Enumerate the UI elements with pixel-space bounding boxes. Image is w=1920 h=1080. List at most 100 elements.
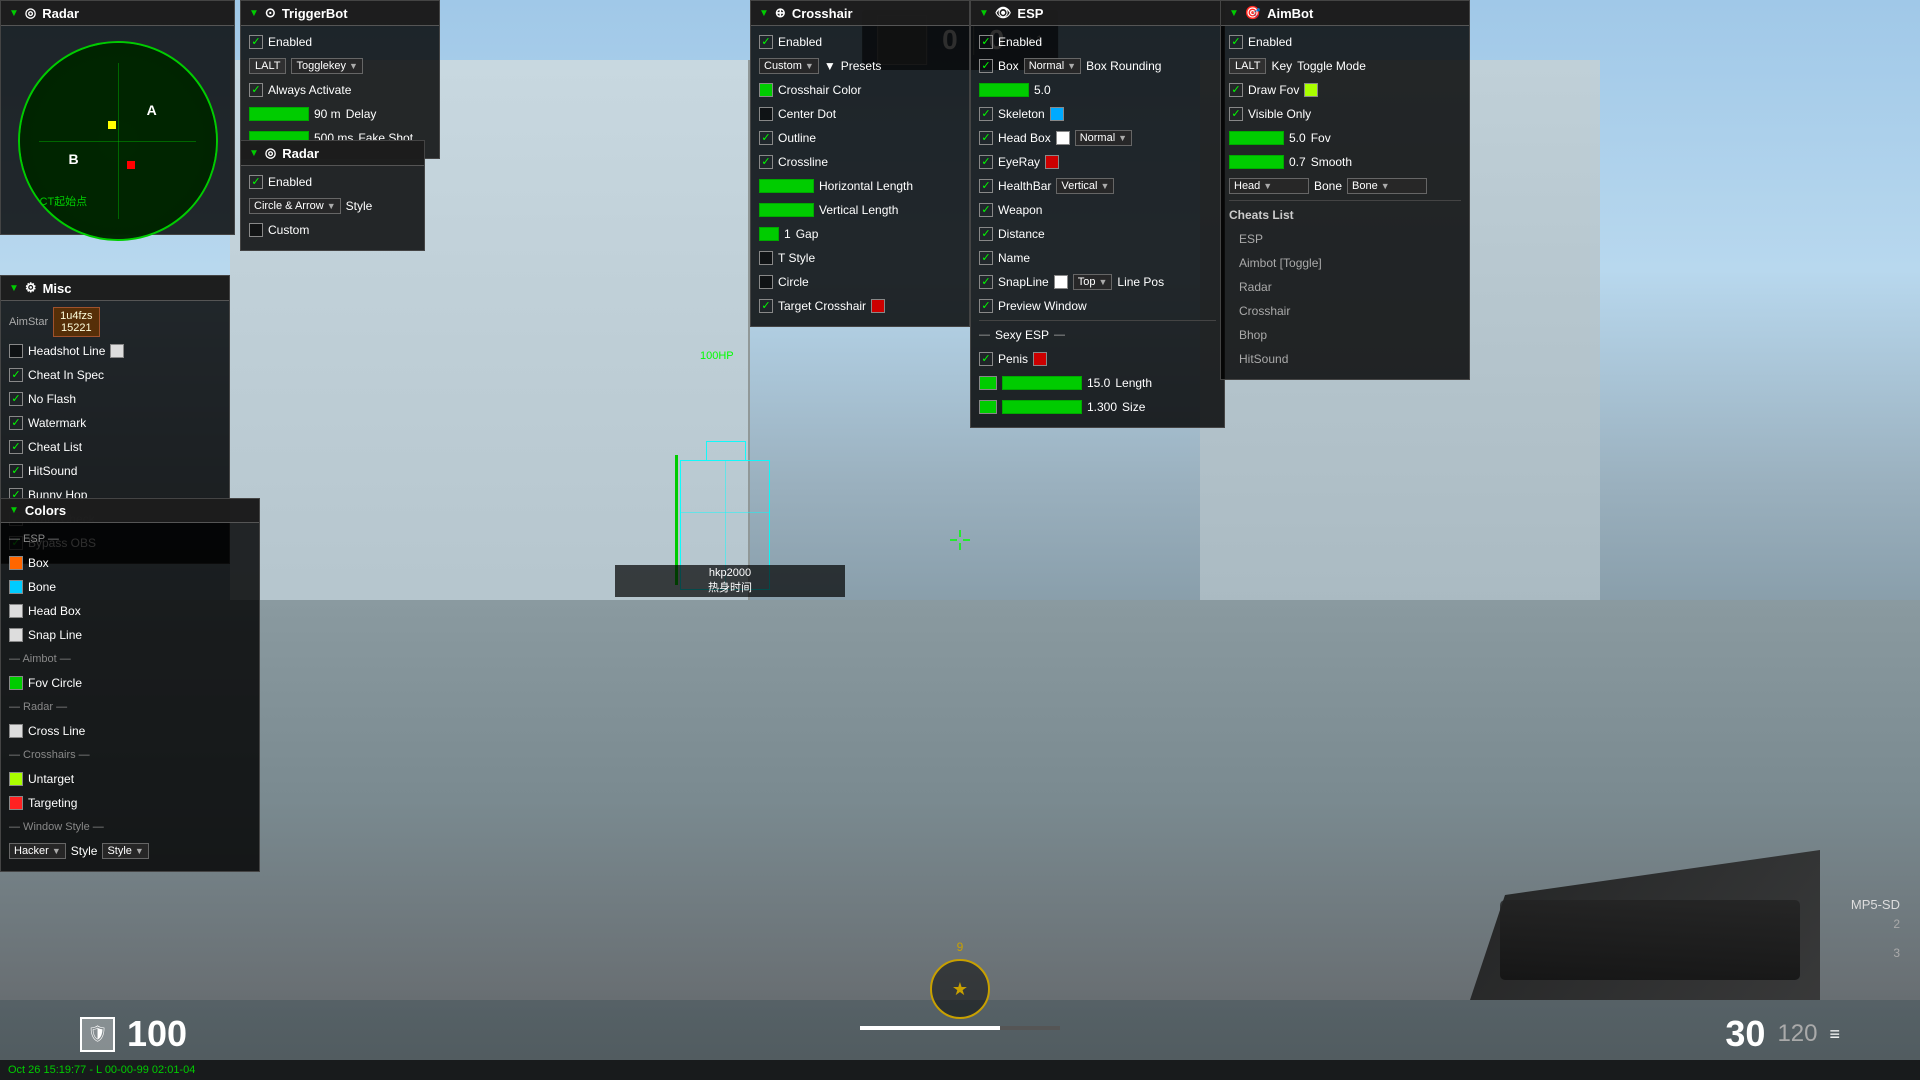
esp-box-style-dropdown[interactable]: Normal [1024,58,1081,74]
crosshair-targetcross-color[interactable] [871,299,885,313]
colors-headbox-row: Head Box [9,601,251,621]
aimbot-head-dropdown[interactable]: Head [1229,178,1309,194]
esp-preview-checkbox[interactable] [979,299,993,313]
esp-healthbar-style-dropdown[interactable]: Vertical [1056,178,1114,194]
esp-eyeray-color[interactable] [1045,155,1059,169]
colors-box-swatch[interactable] [9,556,23,570]
esp-weapon-checkbox[interactable] [979,203,993,217]
radar-settings-header: ▼ ◎ Radar [241,141,424,166]
misc-noflash-label: No Flash [28,392,76,406]
crosshair-tstyle-checkbox[interactable] [759,251,773,265]
esp-box-rounding-value: 5.0 [1034,83,1051,97]
esp-penis-length-bar[interactable] [1002,376,1082,390]
aimbot-fov-label: Fov [1311,131,1331,145]
misc-headshotline-checkbox[interactable] [9,344,23,358]
triggerbot-lalt[interactable]: LALT [249,58,286,74]
triggerbot-delay-bar[interactable] [249,107,309,121]
misc-cheatinspec-checkbox[interactable] [9,368,23,382]
crosshair-vlength-bar[interactable] [759,203,814,217]
triggerbot-togglekey-dropdown[interactable]: Togglekey [291,58,362,74]
colors-crosshairs-header: — Crosshairs — [9,745,251,765]
misc-watermark-row: Watermark [9,413,221,433]
misc-noflash-checkbox[interactable] [9,392,23,406]
radar-minimap-header: ▼ ◎ Radar [1,1,234,26]
crosshair-centerdot-checkbox[interactable] [759,107,773,121]
colors-bone-swatch[interactable] [9,580,23,594]
colors-crossline-swatch[interactable] [9,724,23,738]
aimbot-fov-bar[interactable] [1229,131,1284,145]
esp-distance-checkbox[interactable] [979,227,993,241]
esp-penis-checkbox[interactable] [979,352,993,366]
colors-untarget-swatch[interactable] [9,772,23,786]
esp-box-checkbox[interactable] [979,59,993,73]
radar-enabled-checkbox[interactable] [249,175,263,189]
esp-headbox-color[interactable] [1056,131,1070,145]
crosshair-enabled-label: Enabled [778,35,822,49]
colors-headbox-swatch[interactable] [9,604,23,618]
misc-watermark-checkbox[interactable] [9,416,23,430]
esp-box-rounding-bar[interactable] [979,83,1029,97]
aimbot-bone-dropdown[interactable]: Bone [1347,178,1427,194]
aimbot-visonly-label: Visible Only [1248,107,1311,121]
esp-skeleton-color[interactable] [1050,107,1064,121]
colors-hacker-dropdown[interactable]: Hacker [9,843,66,859]
esp-healthbar-checkbox[interactable] [979,179,993,193]
aimbot-panel: ▼ 🎯 AimBot Enabled LALT Key Toggle Mode … [1220,0,1470,380]
crosshair-crossline-checkbox[interactable] [759,155,773,169]
crosshair-outline-label: Outline [778,131,816,145]
esp-distance-row: Distance [979,224,1216,244]
esp-headbox-checkbox[interactable] [979,131,993,145]
triggerbot-delay-value: 90 m [314,107,341,121]
esp-penis-color[interactable] [1033,352,1047,366]
esp-eyeray-label: EyeRay [998,155,1040,169]
crosshair-targetcross-checkbox[interactable] [759,299,773,313]
crosshair-color-row: Crosshair Color [759,80,961,100]
crosshair-enabled-checkbox[interactable] [759,35,773,49]
aimbot-enabled-checkbox[interactable] [1229,35,1243,49]
misc-cheatlist-checkbox[interactable] [9,440,23,454]
colors-snapline-swatch[interactable] [9,628,23,642]
colors-fovcircle-swatch[interactable] [9,676,23,690]
crosshair-circle-checkbox[interactable] [759,275,773,289]
triggerbot-enabled-checkbox[interactable] [249,35,263,49]
aimbot-drawfov-checkbox[interactable] [1229,83,1243,97]
crosshair-color-swatch[interactable] [759,83,773,97]
esp-enabled-checkbox[interactable] [979,35,993,49]
aimbot-smooth-bar[interactable] [1229,155,1284,169]
radar-style-dropdown[interactable]: Circle & Arrow [249,198,341,214]
crosshair-outline-checkbox[interactable] [759,131,773,145]
esp-skeleton-checkbox[interactable] [979,107,993,121]
triggerbot-always-checkbox[interactable] [249,83,263,97]
crosshair-circle-row: Circle [759,272,961,292]
esp-snapline-pos-dropdown[interactable]: Top [1073,274,1113,290]
cheats-list: ESP Aimbot [Toggle] Radar Crosshair Bhop… [1229,229,1461,369]
triggerbot-panel: ▼ ⊙ TriggerBot Enabled LALT Togglekey Al… [240,0,440,159]
cheat-bhop: Bhop [1239,325,1461,345]
aimbot-visonly-checkbox[interactable] [1229,107,1243,121]
radar-circle: CT起始点 A B [18,41,218,241]
radar-custom-row: Custom [249,220,416,240]
crosshair-gap-bar[interactable] [759,227,779,241]
misc-aimstar-sub: 15221 [60,322,92,334]
aimbot-drawfov-color[interactable] [1304,83,1318,97]
esp-snapline-color[interactable] [1054,275,1068,289]
misc-headshotline-color[interactable] [110,344,124,358]
colors-style-dropdown[interactable]: Style [102,843,148,859]
aimbot-lalt[interactable]: LALT [1229,58,1266,74]
crosshair-hlength-bar[interactable] [759,179,814,193]
esp-penis-size-bar[interactable] [1002,400,1082,414]
esp-headbox-style-dropdown[interactable]: Normal [1075,130,1132,146]
ally-dot [108,121,116,129]
esp-headbox-label: Head Box [998,131,1051,145]
aimbot-enabled-label: Enabled [1248,35,1292,49]
radar-settings-panel: ▼ ◎ Radar Enabled Circle & Arrow Style C… [240,140,425,251]
radar-custom-checkbox[interactable] [249,223,263,237]
esp-snapline-checkbox[interactable] [979,275,993,289]
misc-hitsound-checkbox[interactable] [9,464,23,478]
colors-targeting-swatch[interactable] [9,796,23,810]
esp-preview-label: Preview Window [998,299,1087,313]
esp-eyeray-checkbox[interactable] [979,155,993,169]
esp-penis-length-row: 15.0 Length [979,373,1216,393]
esp-name-checkbox[interactable] [979,251,993,265]
crosshair-custom-dropdown[interactable]: Custom [759,58,819,74]
